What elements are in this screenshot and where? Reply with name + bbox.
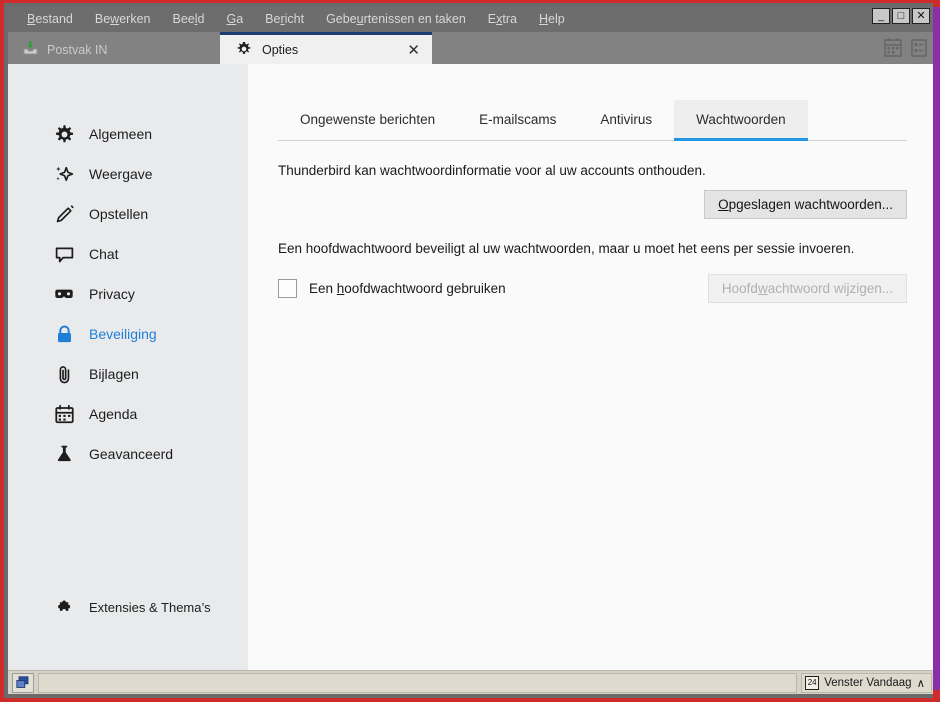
use-master-password-label[interactable]: Een hoofdwachtwoord gebruiken bbox=[309, 281, 708, 296]
close-icon[interactable]: ✕ bbox=[405, 43, 422, 58]
offline-status-icon[interactable] bbox=[12, 672, 34, 693]
master-password-row: Een hoofdwachtwoord gebruiken Hoofdwacht… bbox=[278, 274, 907, 303]
close-button[interactable]: ✕ bbox=[912, 8, 930, 24]
menu-item-bestand[interactable]: BBestandestand bbox=[16, 10, 84, 28]
sidebar-item-opstellen[interactable]: Opstellen bbox=[8, 194, 248, 234]
maximize-button[interactable]: □ bbox=[892, 8, 910, 24]
menu-item-help[interactable]: Help bbox=[528, 10, 576, 28]
sidebar-item-beveiliging[interactable]: Beveiliging bbox=[8, 314, 248, 354]
flask-icon bbox=[53, 443, 75, 465]
sidebar-item-label: Privacy bbox=[89, 286, 135, 302]
pencil-icon bbox=[53, 203, 75, 225]
menu-bar: BBestandestand Bewerken Beeld Ga Bericht… bbox=[8, 6, 937, 31]
window-controls: _ □ ✕ bbox=[872, 8, 930, 24]
sidebar-item-label: Geavanceerd bbox=[89, 446, 174, 462]
mask-icon bbox=[53, 283, 75, 305]
sidebar-item-privacy[interactable]: Privacy bbox=[8, 274, 248, 314]
gear-icon bbox=[236, 41, 252, 60]
menu-item-beeld[interactable]: Beeld bbox=[161, 10, 215, 28]
inbox-icon bbox=[22, 40, 39, 59]
calendar-24-icon: 24 bbox=[805, 675, 820, 690]
sidebar-item-label: Agenda bbox=[89, 406, 138, 422]
sidebar-item-bijlagen[interactable]: Bijlagen bbox=[8, 354, 248, 394]
sidebar-item-geavanceerd[interactable]: Geavanceerd bbox=[8, 434, 248, 474]
sidebar-item-label: Weergave bbox=[89, 166, 153, 182]
sidebar-item-algemeen[interactable]: Algemeen bbox=[8, 114, 248, 154]
tab-opties-label: Opties bbox=[262, 43, 299, 57]
menu-item-extra[interactable]: Extra bbox=[477, 10, 528, 28]
window-right-border-top bbox=[933, 3, 940, 7]
master-password-description: Een hoofdwachtwoord beveiligt al uw wach… bbox=[278, 241, 855, 256]
paperclip-icon bbox=[53, 363, 75, 385]
sidebar-item-agenda[interactable]: Agenda bbox=[8, 394, 248, 434]
tab-postvak-in-label: Postvak IN bbox=[47, 42, 108, 57]
chat-bubble-icon bbox=[53, 243, 75, 265]
sparkle-icon bbox=[53, 163, 75, 185]
tab-wachtwoorden[interactable]: Wachtwoorden bbox=[674, 100, 808, 141]
sidebar-item-label: Chat bbox=[89, 246, 119, 262]
tab-antivirus[interactable]: Antivirus bbox=[578, 100, 674, 141]
calendar-icon bbox=[53, 403, 75, 425]
passwords-description: Thunderbird kan wachtwoordinformatie voo… bbox=[278, 163, 706, 178]
tab-e-mailscams[interactable]: E-mailscams bbox=[457, 100, 578, 141]
today-pane-toggle[interactable]: 24 Venster Vandaag ∧ bbox=[801, 672, 932, 693]
status-message bbox=[38, 672, 798, 693]
sidebar-item-chat[interactable]: Chat bbox=[8, 234, 248, 274]
chevron-up-icon[interactable]: ∧ bbox=[917, 676, 925, 690]
sidebar-item-label: Bijlagen bbox=[89, 366, 139, 382]
minimize-button[interactable]: _ bbox=[872, 8, 890, 24]
tab-strip-actions bbox=[883, 37, 929, 59]
window-right-border-bottom bbox=[933, 690, 940, 698]
lock-icon bbox=[53, 323, 75, 345]
tab-opties[interactable]: Opties ✕ bbox=[220, 32, 432, 65]
menu-item-bericht[interactable]: Bericht bbox=[254, 10, 315, 28]
use-master-password-checkbox[interactable] bbox=[278, 279, 297, 298]
calendar-icon[interactable] bbox=[883, 37, 903, 59]
sidebar-item-weergave[interactable]: Weergave bbox=[8, 154, 248, 194]
tasks-icon[interactable] bbox=[909, 37, 929, 59]
settings-main-pane: Ongewenste berichten E-mailscams Antivir… bbox=[248, 64, 937, 677]
application-window: BBestandestand Bewerken Beeld Ga Bericht… bbox=[0, 0, 940, 702]
menu-item-bewerken[interactable]: Bewerken bbox=[84, 10, 162, 28]
status-bar: 24 Venster Vandaag ∧ bbox=[8, 670, 937, 694]
change-master-password-button[interactable]: Hoofdwachtwoord wijzigen... bbox=[707, 274, 907, 303]
sidebar-item-extensies-en-themas[interactable]: Extensies & Thema’s bbox=[8, 590, 248, 624]
saved-passwords-row: Opgeslagen wachtwoorden... bbox=[278, 190, 907, 219]
gear-icon bbox=[53, 123, 75, 145]
puzzle-piece-icon bbox=[53, 596, 75, 618]
sidebar-item-label: Extensies & Thema’s bbox=[89, 599, 211, 615]
window-right-border bbox=[933, 3, 940, 697]
sidebar-item-label: Opstellen bbox=[89, 206, 149, 222]
content-area: Algemeen Weergave Opstellen Chat Privacy… bbox=[8, 64, 937, 677]
sidebar-item-label: Beveiliging bbox=[89, 326, 157, 342]
tab-ongewenste-berichten[interactable]: Ongewenste berichten bbox=[278, 100, 457, 141]
saved-passwords-button[interactable]: Opgeslagen wachtwoorden... bbox=[704, 190, 907, 219]
settings-sidebar: Algemeen Weergave Opstellen Chat Privacy… bbox=[8, 64, 248, 677]
tab-postvak-in[interactable]: Postvak IN bbox=[14, 34, 121, 65]
today-pane-label: Venster Vandaag bbox=[824, 676, 912, 689]
menu-item-gebeurtenissen-en-taken[interactable]: Gebeurtenissen en taken bbox=[315, 10, 477, 28]
settings-tab-row: Ongewenste berichten E-mailscams Antivir… bbox=[278, 100, 907, 141]
menu-item-ga[interactable]: Ga bbox=[215, 10, 254, 28]
tab-strip: Postvak IN Opties ✕ bbox=[8, 31, 937, 65]
sidebar-item-label: Algemeen bbox=[89, 126, 153, 142]
